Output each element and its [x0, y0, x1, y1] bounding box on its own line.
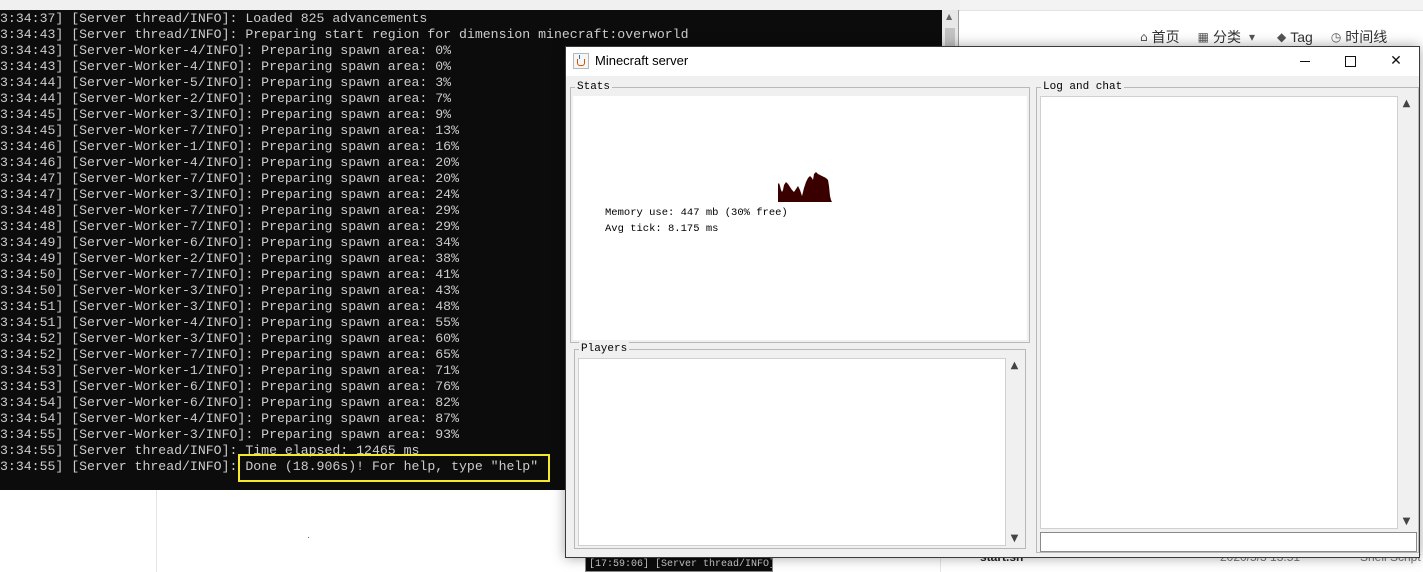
close-button[interactable]: ✕ — [1373, 47, 1419, 76]
log-group: Log and chat ▲ ▼ — [1036, 80, 1419, 553]
nav-timeline-label: 时间线 — [1345, 29, 1388, 45]
log-area[interactable] — [1040, 96, 1398, 529]
browser-top-strip — [940, 0, 1423, 11]
memory-graph-shape — [778, 172, 832, 202]
nav-category[interactable]: ▦ 分类 ▾ — [1198, 27, 1259, 47]
players-group: Players ▲ ▼ — [574, 342, 1026, 549]
maximize-button[interactable] — [1327, 47, 1373, 76]
nav-tag-label: Tag — [1290, 29, 1313, 45]
minecraft-server-window[interactable]: Minecraft server ✕ Stats Memory use: 447… — [565, 46, 1420, 558]
window-titlebar[interactable]: Minecraft server ✕ — [566, 47, 1419, 76]
underlying-terminal-line: [17:59:06] [Server thread/INFO] — [585, 557, 773, 572]
maximize-icon — [1345, 56, 1356, 67]
players-list[interactable] — [578, 358, 1006, 546]
terminal-line: 3:34:43] [Server thread/INFO]: Preparing… — [0, 27, 689, 42]
stats-panel: Memory use: 447 mb (30% free) Avg tick: … — [573, 96, 1027, 340]
scroll-down-icon[interactable]: ▼ — [1007, 533, 1022, 544]
page-dot — [308, 537, 309, 538]
scroll-up-icon[interactable]: ▲ — [946, 12, 952, 21]
nav-tag[interactable]: ◆ Tag — [1277, 29, 1313, 45]
done-message-highlight — [238, 454, 550, 482]
page-divider — [156, 490, 157, 572]
stats-legend: Stats — [575, 80, 613, 94]
nav-timeline[interactable]: ◷ 时间线 — [1331, 27, 1387, 47]
chevron-down-icon: ▾ — [1248, 30, 1255, 44]
terminal-line: 3:34:37] [Server thread/INFO]: Loaded 82… — [0, 11, 428, 26]
window-title: Minecraft server — [595, 53, 689, 68]
memory-use-text: Memory use: 447 mb (30% free) — [605, 207, 788, 219]
log-scrollbar[interactable]: ▲ ▼ — [1399, 96, 1414, 529]
chat-input[interactable] — [1040, 532, 1417, 552]
java-icon — [573, 53, 589, 69]
nav-home-label: 首页 — [1151, 29, 1180, 45]
nav-home[interactable]: ⌂ 首页 — [1140, 27, 1180, 47]
stats-group: Stats Memory use: 447 mb (30% free) Avg … — [570, 80, 1030, 343]
scroll-up-icon[interactable]: ▲ — [1399, 98, 1414, 109]
players-scrollbar[interactable]: ▲ ▼ — [1007, 358, 1022, 546]
page-background — [0, 490, 565, 572]
minimize-button[interactable] — [1282, 47, 1328, 76]
nav-category-label: 分类 — [1212, 29, 1241, 45]
log-legend: Log and chat — [1041, 80, 1125, 94]
scroll-up-icon[interactable]: ▲ — [1007, 360, 1022, 371]
tag-icon: ◆ — [1277, 30, 1287, 44]
home-icon: ⌂ — [1140, 30, 1148, 44]
minimize-icon — [1300, 61, 1310, 62]
close-icon: ✕ — [1390, 53, 1402, 69]
grid-icon: ▦ — [1197, 30, 1209, 44]
clock-icon: ◷ — [1330, 30, 1342, 44]
players-legend: Players — [579, 342, 630, 356]
avg-tick-text: Avg tick: 8.175 ms — [605, 223, 719, 235]
scroll-down-icon[interactable]: ▼ — [1399, 516, 1414, 527]
memory-graph — [778, 172, 832, 202]
